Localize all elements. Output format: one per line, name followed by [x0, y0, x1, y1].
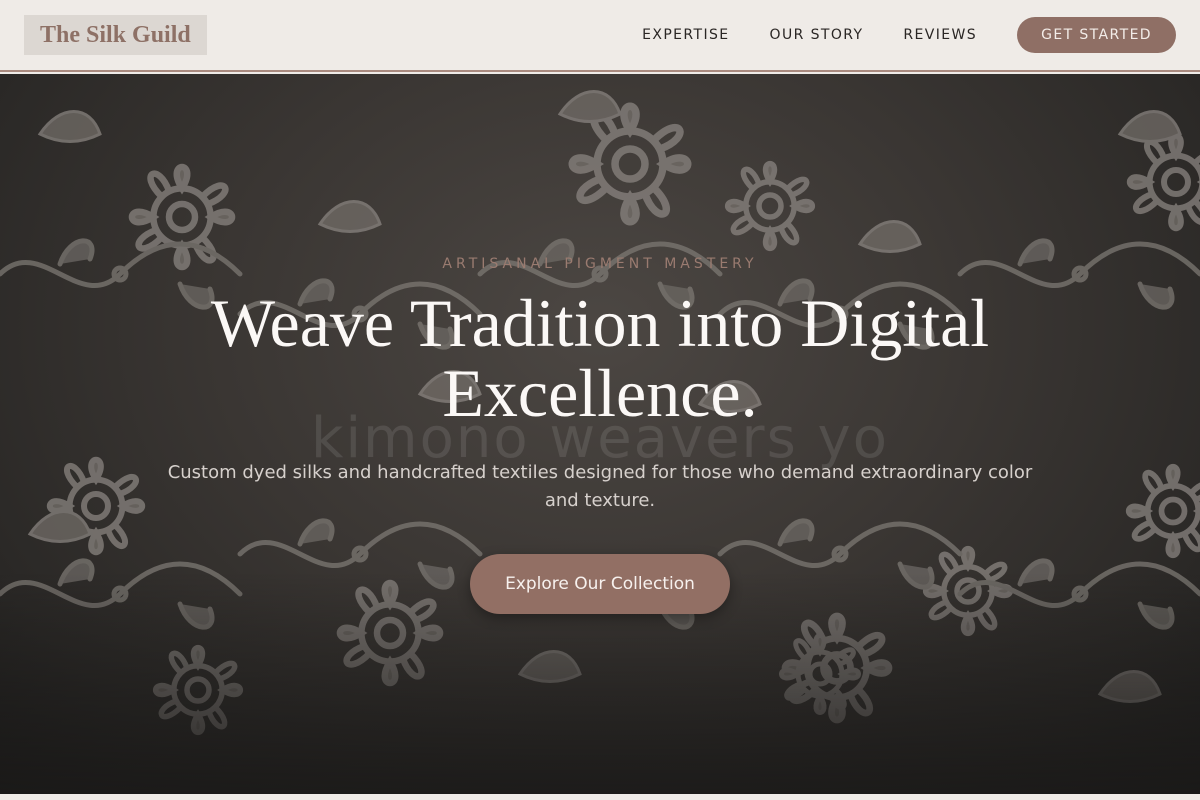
explore-collection-button[interactable]: Explore Our Collection: [470, 554, 730, 614]
site-header: The Silk Guild EXPERTISE OUR STORY REVIE…: [0, 0, 1200, 72]
main-nav: EXPERTISE OUR STORY REVIEWS GET STARTED: [642, 17, 1176, 53]
get-started-button[interactable]: GET STARTED: [1017, 17, 1176, 53]
nav-link-expertise[interactable]: EXPERTISE: [642, 27, 729, 43]
hero-subtitle: Custom dyed silks and handcrafted textil…: [167, 462, 1033, 511]
site-logo[interactable]: The Silk Guild: [24, 15, 207, 55]
hero-section: ARTISANAL PIGMENT MASTERY Weave Traditio…: [0, 74, 1200, 794]
hero-content: ARTISANAL PIGMENT MASTERY Weave Traditio…: [0, 74, 1200, 794]
nav-link-reviews[interactable]: REVIEWS: [903, 27, 977, 43]
hero-eyebrow: ARTISANAL PIGMENT MASTERY: [442, 256, 758, 272]
nav-link-our-story[interactable]: OUR STORY: [770, 27, 864, 43]
